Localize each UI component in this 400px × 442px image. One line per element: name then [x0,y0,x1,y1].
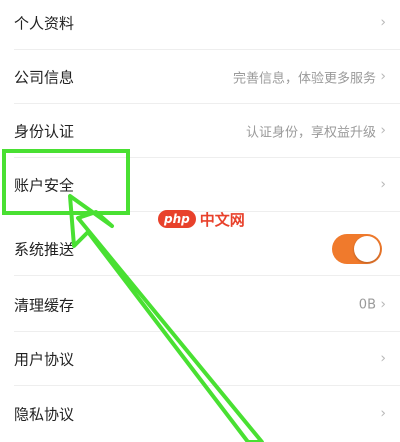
highlight-box [2,149,130,215]
row-label: 清理缓存 [14,296,75,314]
chevron-right-icon: › [380,68,386,85]
settings-row-company-info[interactable]: 公司信息 完善信息，体验更多服务 › [0,49,400,104]
row-label: 隐私协议 [14,405,75,423]
row-label: 用户协议 [14,350,75,368]
chevron-right-icon: › [380,405,386,422]
row-hint: 认证身份，享权益升级 [245,125,376,140]
toggle-knob [354,235,380,262]
settings-row-profile[interactable]: 个人资料 › [0,0,400,50]
chevron-right-icon: › [380,296,386,313]
cache-size: 0B [358,297,376,312]
row-hint: 完善信息，体验更多服务 [232,71,376,86]
row-label: 公司信息 [14,68,75,86]
settings-row-user-agreement[interactable]: 用户协议 › [0,331,400,386]
chevron-right-icon: › [380,122,386,139]
row-label: 身份认证 [14,122,75,140]
settings-row-clear-cache[interactable]: 清理缓存 0B › [0,277,400,332]
push-toggle-switch[interactable] [332,233,382,264]
chevron-right-icon: › [380,14,386,31]
divider [14,275,400,276]
row-label: 系统推送 [14,240,75,258]
settings-row-privacy-agreement[interactable]: 隐私协议 › [0,386,400,441]
watermark-badge: php [158,210,196,228]
chevron-right-icon: › [380,350,386,367]
row-label: 个人资料 [14,14,75,32]
watermark-site: 中文网 [199,210,245,229]
watermark: php 中文网 [158,208,245,230]
chevron-right-icon: › [380,176,386,193]
